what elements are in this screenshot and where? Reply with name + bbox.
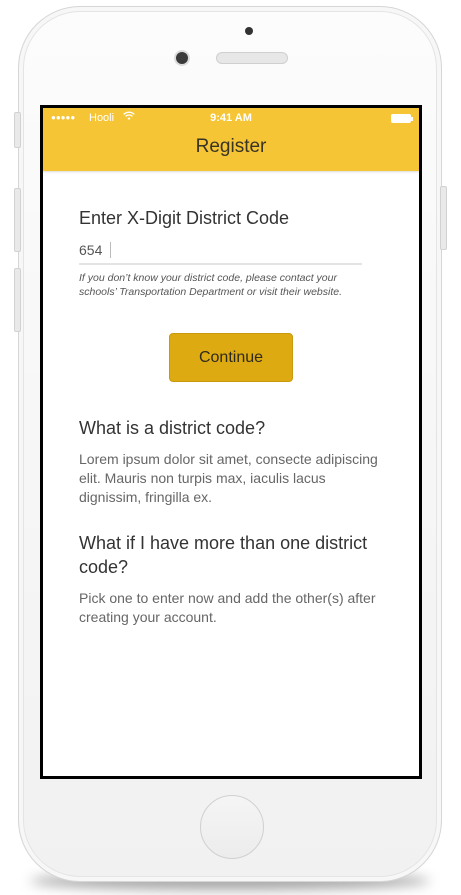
district-code-input[interactable] (79, 239, 362, 261)
power-button[interactable] (440, 186, 447, 250)
district-code-hint: If you don’t know your district code, pl… (79, 272, 343, 298)
main-content: Enter X-Digit District Code If you don’t… (79, 208, 383, 627)
proximity-sensor (245, 27, 253, 35)
status-bar: ●●●●● Hooli 9:41 AM (43, 111, 419, 128)
navigation-bar: ●●●●● Hooli 9:41 AM Register (43, 108, 419, 171)
continue-button[interactable]: Continue (169, 333, 293, 382)
volume-down-button[interactable] (14, 268, 21, 332)
district-code-field-wrapper (79, 239, 362, 265)
earpiece-speaker (216, 52, 288, 64)
faq-answer-2: Pick one to enter now and add the other(… (79, 590, 376, 625)
district-code-label: Enter X-Digit District Code (79, 208, 290, 228)
text-cursor (110, 242, 111, 258)
faq-question-1: What is a district code? (79, 418, 266, 438)
volume-up-button[interactable] (14, 188, 21, 252)
page-title: Register (195, 136, 267, 157)
home-button[interactable] (200, 795, 264, 859)
front-camera-icon (176, 52, 188, 64)
phone-screen: ●●●●● Hooli 9:41 AM Register Enter X-Dig… (40, 105, 422, 779)
mute-switch[interactable] (14, 112, 21, 148)
app-view: ●●●●● Hooli 9:41 AM Register Enter X-Dig… (43, 108, 419, 776)
faq-answer-1: Lorem ipsum dolor sit amet, consecte adi… (79, 451, 378, 505)
battery-icon (391, 114, 413, 123)
faq-question-2: What if I have more than one district co… (79, 533, 368, 577)
status-time: 9:41 AM (210, 112, 252, 124)
